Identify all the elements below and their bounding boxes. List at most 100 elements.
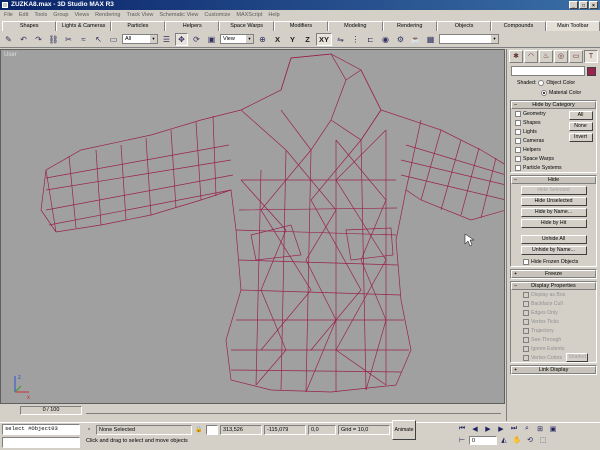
tab-space-warps[interactable]: Space Warps — [219, 21, 274, 31]
ignore-extents-checkbox[interactable] — [523, 345, 529, 352]
select-rotate-icon[interactable]: ⟳ — [190, 33, 203, 46]
maximize-viewport-icon[interactable]: ⬚ — [537, 435, 549, 445]
see-through-checkbox[interactable] — [523, 336, 529, 343]
tab-helpers[interactable]: Helpers — [165, 21, 220, 31]
viewport-user[interactable]: User z x — [0, 49, 505, 404]
field-of-view-icon[interactable]: ◭ — [498, 435, 510, 445]
render-scene-icon[interactable]: ⚙ — [394, 33, 407, 46]
tab-lights-cameras[interactable]: Lights & Cameras — [56, 21, 111, 31]
menu-maxscript[interactable]: MAXScript — [236, 12, 262, 18]
key-mode-icon[interactable]: ⊢ — [456, 435, 468, 445]
helpers-checkbox[interactable] — [515, 146, 521, 153]
named-selection-dropdown[interactable] — [439, 34, 499, 44]
undo-icon[interactable]: ↶ — [17, 33, 30, 46]
vertex-ticks-checkbox[interactable] — [523, 318, 529, 325]
play-icon[interactable]: ▶ — [482, 424, 494, 434]
select-by-name-icon[interactable]: ☰ — [160, 33, 173, 46]
select-scale-icon[interactable]: ▣ — [205, 33, 218, 46]
menu-help[interactable]: Help — [268, 12, 279, 18]
lock-toggle[interactable] — [206, 424, 218, 435]
tab-modifiers[interactable]: Modifiers — [273, 21, 329, 31]
modify-tab-icon[interactable]: ◠ — [524, 50, 538, 63]
display-tab-icon[interactable]: ▭ — [569, 50, 583, 63]
lights-checkbox[interactable] — [515, 128, 521, 135]
minimize-button[interactable]: _ — [569, 1, 578, 9]
material-color-radio[interactable] — [541, 90, 547, 96]
hide-by-category-header[interactable]: – Hide by Category — [511, 101, 596, 109]
restrict-x-button[interactable]: X — [271, 33, 284, 46]
next-frame-icon[interactable]: ▶ — [495, 424, 507, 434]
arc-rotate-icon[interactable]: ⟲ — [524, 435, 536, 445]
particle-systems-checkbox[interactable] — [515, 164, 521, 171]
freeze-header[interactable]: + Freeze — [511, 270, 596, 278]
quick-render-icon[interactable]: ☕ — [409, 33, 422, 46]
object-color-swatch[interactable] — [587, 66, 596, 76]
category-none-button[interactable]: None — [568, 122, 593, 131]
category-all-button[interactable]: All — [568, 111, 593, 120]
unlink-icon[interactable]: ✂ — [62, 33, 75, 46]
edges-only-checkbox[interactable] — [523, 309, 529, 316]
close-button[interactable]: × — [589, 1, 598, 9]
menu-views[interactable]: Views — [75, 12, 90, 18]
array-icon[interactable]: ⋮ — [349, 33, 362, 46]
mirror-icon[interactable]: ⇋ — [334, 33, 347, 46]
viewport-label[interactable]: User — [4, 52, 17, 58]
object-name-field[interactable] — [511, 66, 585, 76]
utilities-tab-icon[interactable]: T — [584, 50, 598, 63]
tab-modeling[interactable]: Modeling — [328, 21, 383, 31]
tab-compounds[interactable]: Compounds — [491, 21, 546, 31]
time-track[interactable] — [86, 406, 501, 414]
cameras-checkbox[interactable] — [515, 137, 521, 144]
tab-shapes[interactable]: Shapes — [2, 21, 57, 31]
pan-icon[interactable]: ✋ — [511, 435, 523, 445]
restrict-y-button[interactable]: Y — [286, 33, 299, 46]
geometry-checkbox[interactable] — [515, 110, 521, 117]
tab-particles[interactable]: Particles — [110, 21, 166, 31]
select-move-icon[interactable]: ✥ — [175, 32, 188, 46]
hide-by-hit-button[interactable]: Hide by Hit — [520, 219, 587, 228]
menu-rendering[interactable]: Rendering — [95, 12, 120, 18]
tab-rendering[interactable]: Rendering — [382, 21, 437, 31]
hide-frozen-checkbox[interactable] — [523, 258, 529, 265]
vertex-colors-checkbox[interactable] — [523, 354, 529, 361]
time-slider[interactable]: 0 / 100 — [20, 405, 82, 415]
restrict-xy-button[interactable]: XY — [316, 32, 332, 46]
maxscript-listener-2[interactable] — [2, 437, 80, 448]
menu-group[interactable]: Group — [53, 12, 68, 18]
shaded-button[interactable]: Shaded — [566, 353, 589, 362]
motion-tab-icon[interactable]: ◎ — [554, 50, 568, 63]
object-color-radio[interactable] — [538, 80, 545, 86]
region-select-icon[interactable]: ▭ — [107, 33, 120, 46]
hierarchy-tab-icon[interactable]: ♨ — [539, 50, 553, 63]
zoom-all-icon[interactable]: ⊞ — [534, 424, 546, 434]
link-display-header[interactable]: + Link Display — [511, 366, 596, 374]
menu-tools[interactable]: Tools — [34, 12, 47, 18]
category-invert-button[interactable]: Invert — [568, 133, 593, 142]
menu-file[interactable]: File — [4, 12, 13, 18]
zoom-extents-icon[interactable]: ▣ — [547, 424, 559, 434]
coord-system-dropdown[interactable]: View — [220, 34, 254, 44]
bind-space-warp-icon[interactable]: ≈ — [77, 33, 90, 46]
select-object-icon[interactable]: ↖ — [92, 33, 105, 46]
go-to-start-icon[interactable]: ⏮ — [456, 424, 468, 434]
hide-header[interactable]: – Hide — [511, 176, 596, 184]
pivot-center-icon[interactable]: ⊕ — [256, 33, 269, 46]
display-properties-header[interactable]: – Display Properties — [511, 282, 596, 290]
redo-icon[interactable]: ↷ — [32, 33, 45, 46]
hide-by-name-button[interactable]: Hide by Name... — [520, 208, 587, 217]
help-mode-icon[interactable]: ✎ — [2, 33, 15, 46]
create-tab-icon[interactable]: ✱ — [509, 50, 523, 63]
animate-button[interactable]: Animate — [392, 419, 416, 440]
space-warps-checkbox[interactable] — [515, 155, 521, 162]
trajectory-checkbox[interactable] — [523, 327, 529, 334]
hide-unselected-button[interactable]: Hide Unselected — [520, 197, 587, 206]
display-as-box-checkbox[interactable] — [523, 291, 529, 298]
unhide-by-name-button[interactable]: Unhide by Name... — [520, 246, 587, 255]
previous-frame-icon[interactable]: ◀ — [469, 424, 481, 434]
menu-customize[interactable]: Customize — [204, 12, 230, 18]
render-type-icon[interactable]: ▦ — [424, 33, 437, 46]
select-link-icon[interactable]: ⛓ — [47, 33, 60, 46]
shapes-checkbox[interactable] — [515, 119, 521, 126]
selection-filter-dropdown[interactable]: All — [122, 34, 158, 44]
lock-selection-icon[interactable]: 🔒 — [194, 425, 204, 435]
